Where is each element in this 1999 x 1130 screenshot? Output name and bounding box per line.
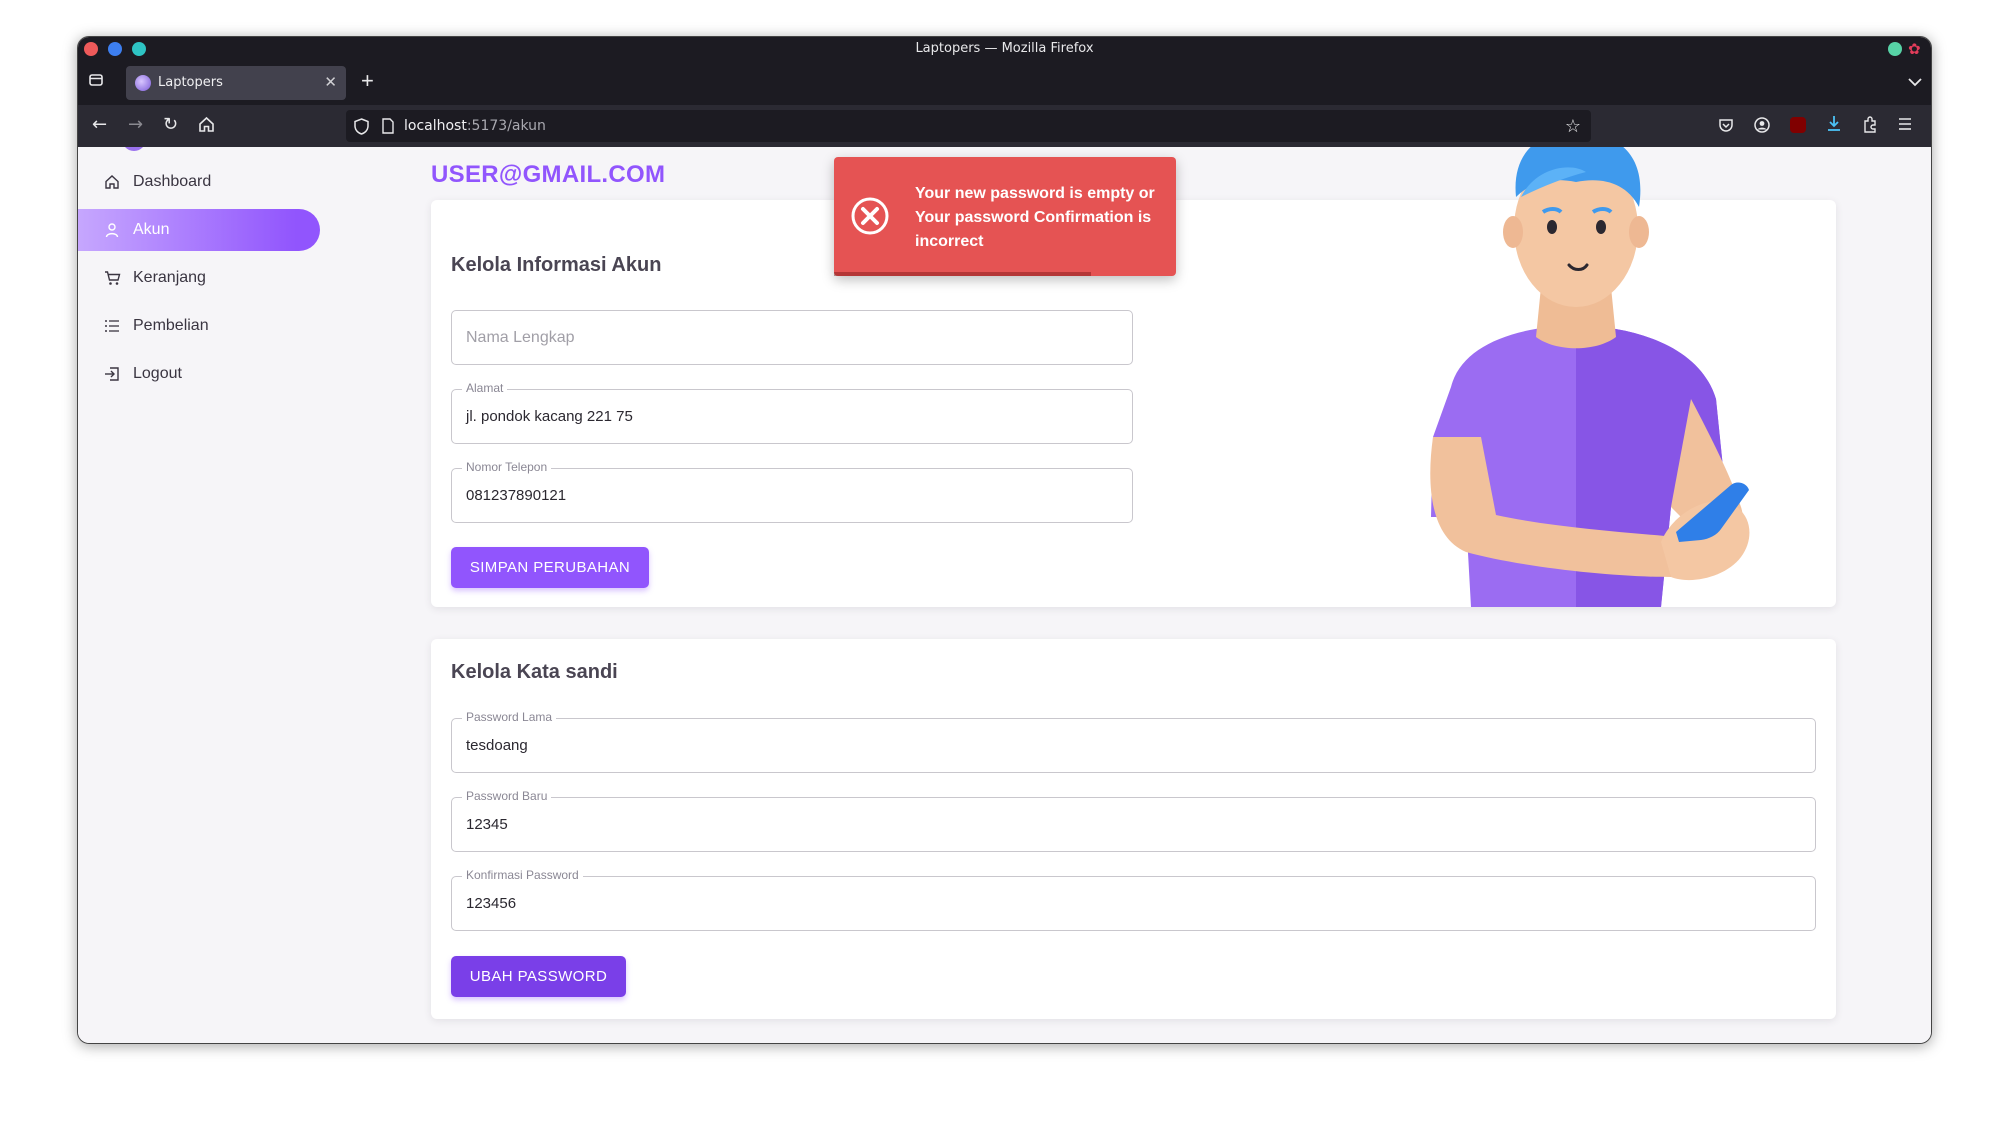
cart-icon bbox=[103, 269, 121, 287]
phone-value: 081237890121 bbox=[466, 487, 567, 504]
list-icon bbox=[103, 317, 121, 335]
shield-icon[interactable] bbox=[354, 118, 369, 140]
favicon-icon bbox=[135, 75, 151, 91]
address-field[interactable]: Alamat jl. pondok kacang 221 75 bbox=[451, 381, 1133, 444]
home-icon bbox=[103, 173, 121, 191]
card-title: Kelola Kata sandi bbox=[451, 661, 618, 683]
tab-overview-icon[interactable] bbox=[88, 72, 104, 93]
address-value: jl. pondok kacang 221 75 bbox=[466, 408, 633, 425]
account-icon[interactable] bbox=[1754, 117, 1770, 138]
firefox-account-icon[interactable]: ✿ bbox=[1908, 40, 1921, 58]
tab-title: Laptopers bbox=[158, 75, 223, 90]
page-title: USER@GMAIL.COM bbox=[431, 161, 666, 188]
phone-label: Nomor Telepon bbox=[462, 460, 552, 474]
page-content: Dashboard Akun Keranjang Pembelian Logou… bbox=[78, 147, 1931, 1043]
bookmark-star-icon[interactable]: ☆ bbox=[1565, 116, 1581, 137]
url-bar[interactable]: localhost:5173/akun ☆ bbox=[346, 110, 1591, 142]
url-host: localhost bbox=[404, 118, 467, 134]
user-icon bbox=[103, 221, 121, 239]
title-bar: Laptopers — Mozilla Firefox ✿ bbox=[78, 37, 1931, 61]
card-title: Kelola Informasi Akun bbox=[451, 254, 662, 276]
url-text[interactable]: localhost:5173/akun bbox=[404, 118, 546, 134]
nav-bar: ← → ↻ localhost:5173/akun ☆ bbox=[78, 105, 1931, 147]
sidebar-item-label: Pembelian bbox=[133, 317, 209, 334]
sidebar-item-dashboard[interactable]: Dashboard bbox=[78, 161, 320, 203]
close-tab-icon[interactable]: ✕ bbox=[324, 73, 337, 91]
sidebar-item-label: Dashboard bbox=[133, 173, 212, 190]
error-icon bbox=[851, 197, 889, 235]
full-name-field[interactable]: Nama Lengkap bbox=[451, 310, 1133, 365]
menu-icon[interactable] bbox=[1897, 117, 1913, 136]
password-card: Kelola Kata sandi Password Lama tesdoang… bbox=[431, 639, 1836, 1019]
sidebar-item-akun[interactable]: Akun bbox=[78, 209, 320, 251]
window-title: Laptopers — Mozilla Firefox bbox=[915, 41, 1094, 56]
downloads-icon[interactable] bbox=[1826, 115, 1842, 138]
url-path: :5173/akun bbox=[466, 118, 546, 134]
sidebar-item-pembelian[interactable]: Pembelian bbox=[78, 305, 320, 347]
sidebar-item-label: Logout bbox=[133, 365, 182, 382]
ublock-icon[interactable] bbox=[1790, 117, 1806, 133]
back-icon[interactable]: ← bbox=[92, 115, 107, 135]
extensions-icon[interactable] bbox=[1862, 116, 1878, 138]
phone-field[interactable]: Nomor Telepon 081237890121 bbox=[451, 460, 1133, 523]
new-password-value: 12345 bbox=[466, 816, 508, 833]
person-illustration bbox=[1430, 147, 1750, 607]
forward-icon[interactable]: → bbox=[128, 115, 143, 135]
browser-window: Laptopers — Mozilla Firefox ✿ Laptopers … bbox=[77, 36, 1932, 1044]
change-password-button[interactable]: UBAH PASSWORD bbox=[451, 956, 626, 997]
list-all-tabs-icon[interactable] bbox=[1908, 74, 1922, 92]
sidebar: Dashboard Akun Keranjang Pembelian Logou… bbox=[78, 147, 408, 1043]
old-password-field[interactable]: Password Lama tesdoang bbox=[451, 710, 1816, 773]
tab-laptopers[interactable]: Laptopers ✕ bbox=[126, 66, 346, 100]
confirm-password-field[interactable]: Konfirmasi Password 123456 bbox=[451, 868, 1816, 931]
home-icon[interactable] bbox=[198, 116, 215, 138]
page-icon bbox=[382, 118, 394, 139]
sidebar-item-label: Keranjang bbox=[133, 269, 206, 286]
full-name-placeholder: Nama Lengkap bbox=[466, 329, 575, 346]
confirm-password-value: 123456 bbox=[466, 895, 517, 912]
toast-progress-bar bbox=[834, 272, 1091, 276]
logout-icon bbox=[103, 365, 121, 383]
sidebar-item-label: Akun bbox=[133, 221, 170, 238]
address-label: Alamat bbox=[462, 381, 508, 395]
new-password-label: Password Baru bbox=[462, 789, 552, 803]
new-tab-icon[interactable]: + bbox=[361, 70, 374, 92]
sidebar-item-logout[interactable]: Logout bbox=[78, 353, 320, 395]
avatar[interactable] bbox=[122, 147, 146, 151]
old-password-value: tesdoang bbox=[466, 737, 528, 754]
reload-icon[interactable]: ↻ bbox=[163, 115, 178, 135]
sidebar-item-keranjang[interactable]: Keranjang bbox=[78, 257, 320, 299]
toast-message: Your new password is empty or Your passw… bbox=[915, 185, 1155, 250]
save-changes-button[interactable]: SIMPAN PERUBAHAN bbox=[451, 547, 649, 588]
tab-bar: Laptopers ✕ + bbox=[78, 61, 1931, 105]
extension-dot-icon bbox=[1888, 42, 1902, 56]
new-password-field[interactable]: Password Baru 12345 bbox=[451, 789, 1816, 852]
error-toast[interactable]: Your new password is empty or Your passw… bbox=[834, 157, 1176, 276]
old-password-label: Password Lama bbox=[462, 710, 557, 724]
pocket-icon[interactable] bbox=[1718, 117, 1734, 138]
confirm-password-label: Konfirmasi Password bbox=[462, 868, 583, 882]
